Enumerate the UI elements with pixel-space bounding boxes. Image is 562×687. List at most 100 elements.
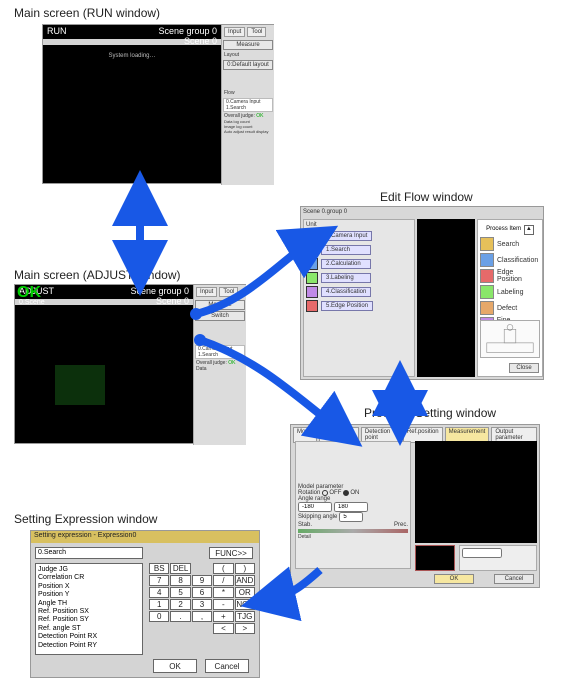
- key-comma[interactable]: ,: [192, 611, 212, 622]
- run-tab-input[interactable]: Input: [224, 27, 245, 37]
- browser-item-label: Classification: [497, 257, 538, 264]
- editflow-browser-item[interactable]: Labeling: [480, 285, 540, 299]
- adjust-data-label: Data: [194, 366, 246, 372]
- key-dot[interactable]: .: [170, 611, 190, 622]
- adjust-judge-value: OK: [228, 360, 235, 366]
- expr-ok-button[interactable]: OK: [153, 659, 197, 673]
- key-bs[interactable]: BS: [149, 563, 169, 574]
- editflow-unit-1[interactable]: 1.Search: [321, 245, 371, 255]
- run-scene-group: Scene group 0: [158, 26, 217, 36]
- procitem-zoom-input[interactable]: [462, 548, 502, 558]
- label-expr: Setting Expression window: [14, 512, 157, 526]
- procitem-ok-button[interactable]: OK: [434, 574, 474, 584]
- adjust-flow-item-1[interactable]: 1.Search: [198, 352, 242, 358]
- expr-unit-select[interactable]: 0.Search: [35, 547, 143, 559]
- key-3[interactable]: 3: [192, 599, 212, 610]
- procitem-detail-label: Detail: [298, 534, 408, 540]
- adjust-scene-group: Scene group 0: [130, 286, 189, 296]
- expr-window: Setting expression - Expression0 0.Searc…: [30, 530, 260, 678]
- angle-hi-input[interactable]: [334, 502, 368, 512]
- editflow-illustration: [480, 320, 540, 358]
- key-or[interactable]: OR: [235, 587, 255, 598]
- run-title: RUN: [47, 26, 67, 38]
- key-lparen[interactable]: (: [213, 563, 233, 574]
- adjust-switch-button[interactable]: Switch: [195, 311, 245, 321]
- editflow-browser-item[interactable]: Classification: [480, 253, 540, 267]
- key-2[interactable]: 2: [170, 599, 190, 610]
- expr-item[interactable]: Judge JG: [38, 566, 140, 574]
- label-adjust: Main screen (ADJUST window): [14, 268, 181, 282]
- procitem-thumb-view[interactable]: [415, 545, 455, 571]
- editflow-unit-5[interactable]: 5.Edge Position: [321, 301, 373, 311]
- expr-item[interactable]: Ref. Position SY: [38, 616, 140, 624]
- key-8[interactable]: 8: [170, 575, 190, 586]
- key-rparen[interactable]: ): [235, 563, 255, 574]
- key-lt[interactable]: <: [213, 623, 233, 634]
- editflow-unit-2[interactable]: 2.Calculation: [321, 259, 371, 269]
- key-0[interactable]: 0: [149, 611, 169, 622]
- adjust-ok-badge: OK: [17, 284, 41, 302]
- expr-item[interactable]: Detection Point RX: [38, 633, 140, 641]
- label-editflow: Edit Flow window: [380, 190, 473, 204]
- run-flow-item-1[interactable]: 1.Search: [226, 105, 270, 111]
- folder-up-button[interactable]: ▲: [524, 225, 534, 235]
- run-status: System loading…: [43, 53, 221, 59]
- label-run: Main screen (RUN window): [14, 6, 160, 20]
- key-div[interactable]: /: [213, 575, 233, 586]
- procitem-skip-label: Skipping angle: [298, 514, 337, 520]
- key-add[interactable]: +: [213, 611, 233, 622]
- key-5[interactable]: 5: [170, 587, 190, 598]
- angle-lo-input[interactable]: [298, 502, 332, 512]
- key-and[interactable]: AND: [235, 575, 255, 586]
- rotation-on-radio[interactable]: [343, 490, 349, 496]
- key-mul[interactable]: *: [213, 587, 233, 598]
- procitem-main-view[interactable]: [415, 441, 537, 543]
- editflow-close-button[interactable]: Close: [509, 363, 539, 373]
- key-sub[interactable]: -: [213, 599, 233, 610]
- editflow-unit-4[interactable]: 4.Classification: [321, 287, 371, 297]
- key-9[interactable]: 9: [192, 575, 212, 586]
- editflow-browser: Process Item ▲ SearchClassificationEdge …: [477, 219, 543, 377]
- key-del[interactable]: DEL: [170, 563, 190, 574]
- editflow-browser-item[interactable]: Edge Position: [480, 269, 540, 283]
- adjust-image-view[interactable]: [15, 305, 193, 443]
- procitem-param-panel: Model parameter Rotation OFF ON Angle ra…: [295, 441, 411, 569]
- adjust-measure-button[interactable]: Measure: [195, 300, 245, 310]
- expr-func-button[interactable]: FUNC>>: [209, 547, 253, 559]
- expr-item[interactable]: Ref. Position SX: [38, 608, 140, 616]
- key-4[interactable]: 4: [149, 587, 169, 598]
- key-not[interactable]: NOT: [235, 599, 255, 610]
- run-layout-label: Layout: [222, 51, 274, 59]
- stab-prec-slider[interactable]: [298, 529, 408, 533]
- run-flow-header: Flow: [222, 89, 274, 97]
- key-7[interactable]: 7: [149, 575, 169, 586]
- expr-item[interactable]: Detection Point RY: [38, 642, 140, 650]
- run-layout-select[interactable]: 0:Default layout: [223, 60, 273, 70]
- expr-item[interactable]: Ref. angle ST: [38, 625, 140, 633]
- run-image-view[interactable]: System loading…: [43, 45, 221, 183]
- key-tjg[interactable]: TJG: [235, 611, 255, 622]
- key-gt[interactable]: >: [235, 623, 255, 634]
- procitem-icon: [480, 269, 494, 283]
- expr-cancel-button[interactable]: Cancel: [205, 659, 249, 673]
- expr-item[interactable]: Position X: [38, 583, 140, 591]
- expr-item[interactable]: Angle TH: [38, 600, 140, 608]
- editflow-browser-item[interactable]: Defect: [480, 301, 540, 315]
- editflow-unit-3[interactable]: 3.Labeling: [321, 273, 371, 283]
- expr-item[interactable]: Position Y: [38, 591, 140, 599]
- editflow-browser-item[interactable]: Search: [480, 237, 540, 251]
- skip-angle-input[interactable]: [339, 512, 363, 522]
- editflow-unit-0[interactable]: 0.Camera Input: [321, 231, 372, 241]
- expr-item-list[interactable]: Judge JG Correlation CR Position X Posit…: [35, 563, 143, 655]
- adjust-tab-tool[interactable]: Tool: [219, 287, 238, 297]
- adjust-flow-header: Flow: [194, 336, 246, 344]
- key-6[interactable]: 6: [192, 587, 212, 598]
- procitem-cancel-button[interactable]: Cancel: [494, 574, 534, 584]
- editflow-preview: [417, 219, 475, 377]
- adjust-tab-input[interactable]: Input: [196, 287, 217, 297]
- expr-item[interactable]: Correlation CR: [38, 574, 140, 582]
- run-tab-tool[interactable]: Tool: [247, 27, 266, 37]
- run-measure-button[interactable]: Measure: [223, 40, 273, 50]
- adjust-window: ADJUST 0.Scene Scene group 0 Scene 0 OK …: [14, 284, 246, 444]
- key-1[interactable]: 1: [149, 599, 169, 610]
